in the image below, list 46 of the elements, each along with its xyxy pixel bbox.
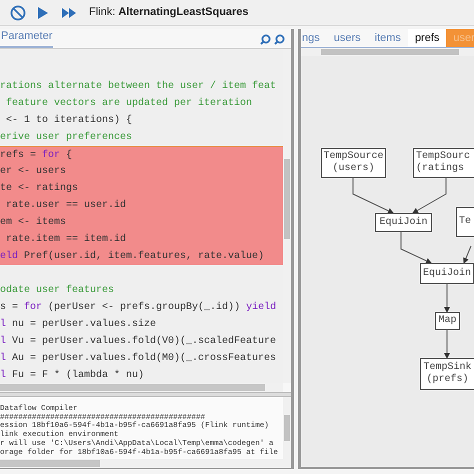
window-title: Flink: AlternatingLeastSquares bbox=[89, 5, 249, 20]
code-line: eld Pref(user.id, item.features, rate.value) bbox=[0, 251, 264, 262]
horizontal-scrollbar[interactable] bbox=[301, 48, 474, 56]
tab[interactable]: ngs bbox=[301, 29, 327, 47]
operator-node: TempSink (prefs) bbox=[420, 358, 474, 390]
code-line: odate user features bbox=[0, 285, 114, 296]
connector bbox=[352, 178, 394, 214]
code-line: <- 1 to iterations) { bbox=[5, 115, 132, 126]
play-icon[interactable] bbox=[37, 6, 49, 20]
vertical-scrollbar[interactable] bbox=[283, 397, 291, 468]
operator-node: EquiJoin bbox=[420, 263, 474, 284]
connector bbox=[444, 330, 450, 359]
code-line: rate.user == user.id bbox=[5, 200, 126, 211]
code-line: rations alternate between the user / item feat bbox=[0, 81, 276, 92]
operator-node: TempSource (users) bbox=[321, 148, 386, 178]
vertical-scrollbar[interactable] bbox=[283, 49, 291, 383]
code-line: l Au = perUser.values.fold(M0)(_.crossFeatures bbox=[0, 353, 276, 364]
zoom-out-icon[interactable] bbox=[274, 34, 285, 45]
code-line: erive user preferences bbox=[0, 132, 132, 143]
code-line: l nu = perUser.values.size bbox=[0, 319, 156, 330]
operator-node: TempSourc (ratings bbox=[413, 148, 474, 178]
horizontal-scrollbar[interactable] bbox=[0, 459, 283, 468]
tab[interactable]: users bbox=[326, 29, 368, 47]
code-line: l Fu = F * (lambda * nu) bbox=[0, 370, 144, 381]
fast-forward-icon[interactable] bbox=[62, 8, 76, 18]
code-line: er <- users bbox=[0, 166, 66, 177]
connector bbox=[400, 232, 432, 264]
code-line: em <- items bbox=[0, 217, 66, 228]
connector bbox=[444, 284, 450, 313]
operator-node: Map bbox=[435, 312, 460, 330]
stop-icon[interactable] bbox=[10, 4, 26, 20]
operator-node: EquiJoin bbox=[375, 213, 432, 232]
tab[interactable]: prefs bbox=[408, 29, 446, 47]
horizontal-scrollbar[interactable] bbox=[0, 383, 283, 392]
code-line: rate.item == item.id bbox=[5, 234, 126, 245]
code-line: te <- ratings bbox=[0, 183, 78, 194]
connector bbox=[463, 246, 472, 264]
code-editor[interactable] bbox=[0, 49, 283, 383]
operator-node: Te bbox=[456, 207, 474, 237]
tab[interactable]: items bbox=[368, 29, 408, 47]
zoom-in-icon[interactable] bbox=[260, 34, 271, 45]
code-line: s = for (perUser <- prefs.groupBy(_.id)) yield bbox=[0, 302, 276, 313]
connector bbox=[412, 178, 446, 214]
code-line: refs = for { bbox=[0, 150, 72, 161]
code-line: feature vectors are updated per iteration bbox=[5, 98, 252, 109]
code-line: l Vu = perUser.values.fold(V0)(_.scaledFeature bbox=[0, 336, 276, 347]
